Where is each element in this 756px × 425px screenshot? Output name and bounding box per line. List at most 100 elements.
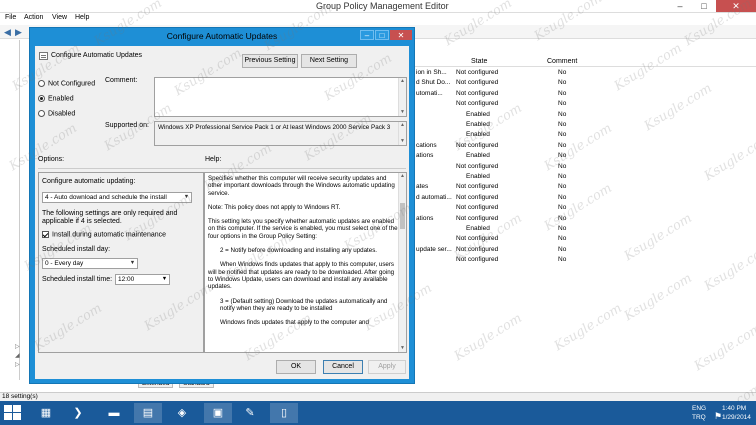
network-icon[interactable]: ◈ <box>168 403 196 423</box>
paint-icon[interactable]: ✎ <box>236 403 264 423</box>
table-row[interactable]: Not configured No <box>414 203 756 213</box>
table-row[interactable]: Enabled No <box>414 110 756 120</box>
forward-icon[interactable]: ▶ <box>15 27 22 38</box>
table-row[interactable]: Not configured No <box>414 255 756 265</box>
table-row[interactable]: d Shut Do... Not configured No <box>414 78 756 88</box>
comment-scrollbar[interactable]: ▲ ▼ <box>398 78 406 116</box>
chevron-down-icon[interactable]: ▼ <box>182 193 191 202</box>
next-setting-button[interactable]: Next Setting <box>301 54 357 68</box>
setting-comment: No <box>558 214 567 222</box>
menu-view[interactable]: View <box>52 14 67 21</box>
chevron-down-icon[interactable]: ▼ <box>128 259 137 268</box>
scroll-up-icon[interactable]: ▲ <box>399 173 406 180</box>
scroll-up-icon[interactable]: ▲ <box>399 78 406 85</box>
chevron-down-icon[interactable]: ▼ <box>160 275 169 284</box>
clock-time[interactable]: 1:40 PM <box>722 405 746 412</box>
maximize-icon[interactable]: □ <box>692 0 716 12</box>
table-row[interactable]: Not configured No <box>414 162 756 172</box>
region-indicator[interactable]: TRQ <box>692 414 706 421</box>
scroll-thumb[interactable] <box>400 203 405 229</box>
lang-indicator[interactable]: ENG <box>692 405 706 412</box>
notepad-icon[interactable]: ▯ <box>270 403 298 423</box>
cancel-button[interactable]: Cancel <box>323 360 363 374</box>
setting-state: Not configured <box>456 89 499 97</box>
supported-scrollbar[interactable]: ▲ ▼ <box>398 122 406 145</box>
time-label: Scheduled install time: <box>42 276 113 283</box>
table-row[interactable]: Not configured No <box>414 99 756 109</box>
options-label: Options: <box>38 156 65 163</box>
group-policy-icon[interactable]: ▤ <box>134 403 162 423</box>
setting-state: Enabled <box>466 131 490 139</box>
radio-enabled[interactable]: Enabled <box>38 95 74 102</box>
setting-comment: No <box>558 245 567 253</box>
radio-indicator[interactable] <box>38 95 45 102</box>
menu-action[interactable]: Action <box>24 14 43 21</box>
close-icon[interactable]: ✕ <box>716 0 756 12</box>
table-row[interactable]: ations Enabled No <box>414 151 756 161</box>
setting-name: ations <box>416 214 434 222</box>
table-row[interactable]: update ser... Not configured No <box>414 245 756 255</box>
back-icon[interactable]: ◀ <box>4 27 11 38</box>
column-comment[interactable]: Comment <box>547 58 577 65</box>
setting-state: Not configured <box>456 79 499 87</box>
ok-button[interactable]: OK <box>276 360 316 374</box>
table-row[interactable]: ion in Sh... Not configured No <box>414 68 756 78</box>
table-row[interactable]: ations Not configured No <box>414 214 756 224</box>
comment-field[interactable]: ▲ ▼ <box>154 77 407 117</box>
setting-comment: No <box>558 121 567 128</box>
checkbox-indicator[interactable] <box>42 231 49 238</box>
table-row[interactable]: Enabled No <box>414 120 756 130</box>
expand-icon[interactable]: ◢ <box>15 352 20 359</box>
expand-icon[interactable]: ▷ <box>15 361 20 368</box>
radio-indicator[interactable] <box>38 80 45 87</box>
help-paragraph: This setting lets you specify whether au… <box>208 218 398 240</box>
scroll-down-icon[interactable]: ▼ <box>399 109 406 116</box>
setting-comment: No <box>558 235 567 243</box>
table-row[interactable]: d automati... Not configured No <box>414 193 756 203</box>
toolbox-icon[interactable]: ▣ <box>204 403 232 423</box>
table-row[interactable]: Enabled No <box>414 172 756 182</box>
table-row[interactable]: Enabled No <box>414 224 756 234</box>
list-header: State Comment <box>414 57 756 67</box>
scroll-down-icon[interactable]: ▼ <box>399 138 406 145</box>
previous-setting-button[interactable]: Previous Setting <box>242 54 298 68</box>
minimize-icon[interactable]: – <box>360 30 374 40</box>
file-explorer-icon[interactable]: ▬ <box>100 403 128 423</box>
day-select[interactable]: 0 - Every day ▼ <box>42 258 138 269</box>
apply-button[interactable]: Apply <box>368 360 406 374</box>
close-icon[interactable]: ✕ <box>390 30 412 40</box>
setting-name: ion in Sh... <box>416 69 447 76</box>
radio-not-configured[interactable]: Not Configured <box>38 80 95 87</box>
time-select[interactable]: 12:00 ▼ <box>115 274 170 285</box>
setting-comment: No <box>558 69 567 76</box>
dialog-titlebar: Configure Automatic Updates – □ ✕ <box>30 28 414 45</box>
column-state[interactable]: State <box>471 58 487 65</box>
clock-date[interactable]: 1/29/2014 <box>722 414 751 421</box>
server-manager-icon[interactable]: ▦ <box>32 403 60 423</box>
expand-icon[interactable]: ▷ <box>15 343 20 350</box>
minimize-icon[interactable]: – <box>668 0 692 12</box>
table-row[interactable]: ates Not configured No <box>414 182 756 192</box>
status-bar: 18 setting(s) <box>0 392 756 401</box>
table-row[interactable]: Not configured No <box>414 234 756 244</box>
table-row[interactable]: utomati... Not configured No <box>414 89 756 99</box>
table-row[interactable]: Enabled No <box>414 130 756 140</box>
scroll-down-icon[interactable]: ▼ <box>399 345 406 352</box>
flag-icon[interactable]: ⚑ <box>714 411 722 422</box>
scroll-up-icon[interactable]: ▲ <box>399 122 406 129</box>
help-scrollbar[interactable]: ▲ ▼ <box>398 173 406 352</box>
radio-disabled[interactable]: Disabled <box>38 110 75 117</box>
menu-help[interactable]: Help <box>75 14 89 21</box>
maximize-icon[interactable]: □ <box>375 30 389 40</box>
setting-state: Enabled <box>466 225 490 232</box>
menu-file[interactable]: File <box>5 14 16 21</box>
status-text: 18 setting(s) <box>2 393 38 400</box>
setting-state: Not configured <box>456 193 499 201</box>
windows-start-icon[interactable] <box>4 405 22 421</box>
maintenance-checkbox[interactable]: Install during automatic maintenance <box>42 231 166 238</box>
configure-dialog: Configure Automatic Updates – □ ✕ Config… <box>29 27 415 384</box>
table-row[interactable]: cations Not configured No <box>414 141 756 151</box>
configure-select[interactable]: 4 - Auto download and schedule the insta… <box>42 192 192 203</box>
powershell-icon[interactable]: ❯ <box>64 403 92 423</box>
radio-indicator[interactable] <box>38 110 45 117</box>
